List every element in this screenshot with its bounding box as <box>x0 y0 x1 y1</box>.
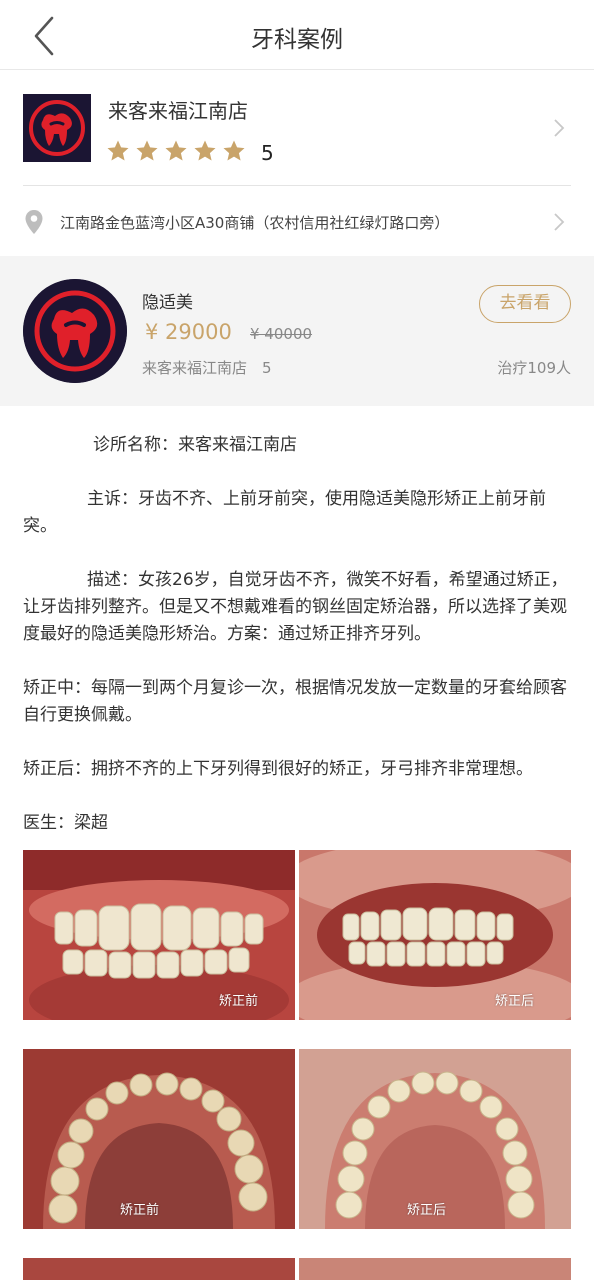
treated-count: 治疗109人 <box>497 359 571 377</box>
shop-address[interactable]: 江南路金色蓝湾小区A30商铺（农村信用社红绿灯路口旁） <box>60 212 449 233</box>
location-pin-icon <box>24 209 44 235</box>
after-front-photo[interactable]: 矫正后 <box>299 850 571 1020</box>
after-label: 矫正后 <box>407 1203 447 1218</box>
case-photos: 矫正前 矫正后 矫正前 矫正后 <box>23 850 571 1280</box>
clinic-name: 诊所名称：来客来福江南店 <box>93 435 297 455</box>
shop-card[interactable]: 来客来福江南店 5 江南路金色蓝湾小区A30商铺（农村信用社红绿灯路口旁） <box>0 71 594 256</box>
product-name: 隐适美 <box>142 293 193 313</box>
nav-bar: 牙科案例 <box>0 0 594 70</box>
photo-row <box>23 1258 571 1280</box>
shop-logo <box>23 94 91 162</box>
doctor-name: 医生：梁超 <box>23 813 108 833</box>
go-see-button[interactable]: 去看看 <box>479 285 571 323</box>
case-details: 描述：女孩26岁，自觉牙齿不齐，微笑不好看，希望通过矫正，让牙齿排列整齐。但是又… <box>23 570 568 644</box>
photo-row: 矫正前 矫正后 <box>23 1049 571 1229</box>
original-price: ¥ 40000 <box>250 325 313 343</box>
star-icon <box>194 140 216 161</box>
star-icon <box>107 140 129 161</box>
before-front-photo[interactable]: 矫正前 <box>23 850 295 1020</box>
product-logo <box>23 279 127 383</box>
before-label: 矫正前 <box>219 994 259 1009</box>
chevron-right-icon[interactable] <box>552 211 566 233</box>
case-description: 诊所名称：来客来福江南店 主诉：牙齿不齐、上前牙前突，使用隐适美隐形矫正上前牙前… <box>23 406 571 837</box>
after-label: 矫正后 <box>495 994 535 1009</box>
after-arch-photo[interactable]: 矫正后 <box>299 1049 571 1229</box>
before-label: 矫正前 <box>120 1203 160 1218</box>
chief-complaint: 主诉：牙齿不齐、上前牙前突，使用隐适美隐形矫正上前牙前突。 <box>23 489 546 536</box>
product-shop-info: 来客来福江南店 5 <box>142 359 272 377</box>
page-title: 牙科案例 <box>251 27 343 53</box>
chevron-right-icon[interactable] <box>552 117 566 139</box>
star-icon <box>136 140 158 161</box>
before-side-photo[interactable] <box>23 1258 295 1280</box>
photo-row: 矫正前 矫正后 <box>23 850 571 1020</box>
rating-value: 5 <box>261 141 274 165</box>
rating-stars <box>106 139 246 163</box>
star-icon <box>165 140 187 161</box>
product-price: ¥ 29000 <box>145 320 232 344</box>
product-card[interactable]: 隐适美 ¥ 29000 ¥ 40000 来客来福江南店 5 去看看 治疗109人 <box>0 256 594 406</box>
after-side-photo[interactable] <box>299 1258 571 1280</box>
star-icon <box>223 140 245 161</box>
treatment-during: 矫正中：每隔一到两个月复诊一次，根据情况发放一定数量的牙套给顾客自行更换佩戴。 <box>23 678 567 725</box>
before-arch-photo[interactable]: 矫正前 <box>23 1049 295 1229</box>
divider <box>23 185 571 186</box>
shop-name: 来客来福江南店 <box>108 99 248 123</box>
treatment-after: 矫正后：拥挤不齐的上下牙列得到很好的矫正，牙弓排齐非常理想。 <box>23 759 533 779</box>
